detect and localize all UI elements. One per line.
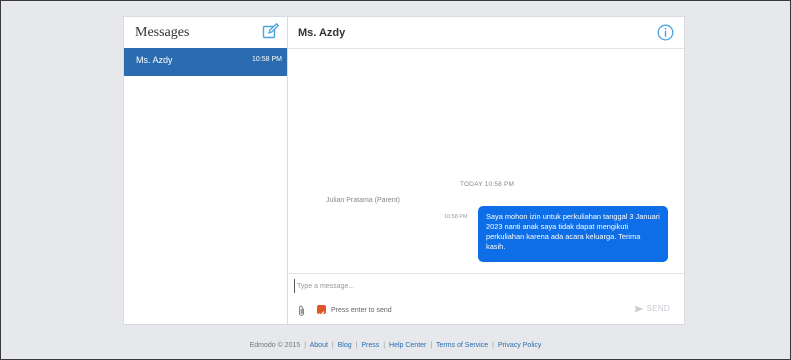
day-divider: TODAY 10:58 PM <box>460 181 515 188</box>
thread-item[interactable]: Ms. Azdy 10:58 PM <box>124 48 287 76</box>
message-composer: Press enter to send SEND <box>288 273 684 325</box>
enter-to-send-checkbox[interactable] <box>317 305 326 317</box>
page-footer: Edmodo © 2015 | About | Blog | Press | H… <box>0 342 791 349</box>
thread-name: Ms. Azdy <box>136 55 173 65</box>
message-bubble: Saya mohon izin untuk perkuliahan tangga… <box>478 206 668 262</box>
footer-separator: | <box>304 342 307 349</box>
footer-link-help-center[interactable]: Help Center <box>389 342 426 349</box>
enter-to-send-label: Press enter to send <box>331 307 392 314</box>
compose-icon[interactable] <box>262 22 280 40</box>
thread-sidebar: Messages Ms. Azdy 10:58 PM <box>124 17 288 324</box>
sidebar-header: Messages <box>124 17 287 49</box>
message-time: 10:58 PM <box>444 214 468 220</box>
thread-time: 10:58 PM <box>252 56 282 63</box>
send-button[interactable]: SEND <box>634 304 670 313</box>
messages-panel: Messages Ms. Azdy 10:58 PM Ms. Azdy TODA… <box>123 16 685 325</box>
footer-separator: | <box>430 342 433 349</box>
send-label: SEND <box>646 304 670 313</box>
footer-separator: | <box>355 342 358 349</box>
paperclip-icon[interactable] <box>297 304 306 316</box>
sender-name: Julian Pratama (Parent) <box>326 197 400 204</box>
sidebar-title: Messages <box>135 25 190 40</box>
conversation-title: Ms. Azdy <box>298 27 346 39</box>
checkmark-icon <box>318 311 325 317</box>
info-icon[interactable] <box>657 24 674 41</box>
footer-copyright: Edmodo © 2015 <box>249 342 301 349</box>
send-arrow-icon <box>634 305 644 313</box>
footer-link-blog[interactable]: Blog <box>338 342 352 349</box>
conversation-header: Ms. Azdy <box>288 17 684 49</box>
footer-separator: | <box>331 342 334 349</box>
footer-link-press[interactable]: Press <box>361 342 379 349</box>
footer-link-privacy[interactable]: Privacy Policy <box>498 342 542 349</box>
message-input[interactable] <box>294 279 667 293</box>
footer-separator: | <box>383 342 386 349</box>
footer-link-about[interactable]: About <box>310 342 328 349</box>
footer-link-terms[interactable]: Terms of Service <box>436 342 488 349</box>
conversation-pane: Ms. Azdy TODAY 10:58 PM Julian Pratama (… <box>288 17 684 324</box>
footer-separator: | <box>492 342 494 349</box>
